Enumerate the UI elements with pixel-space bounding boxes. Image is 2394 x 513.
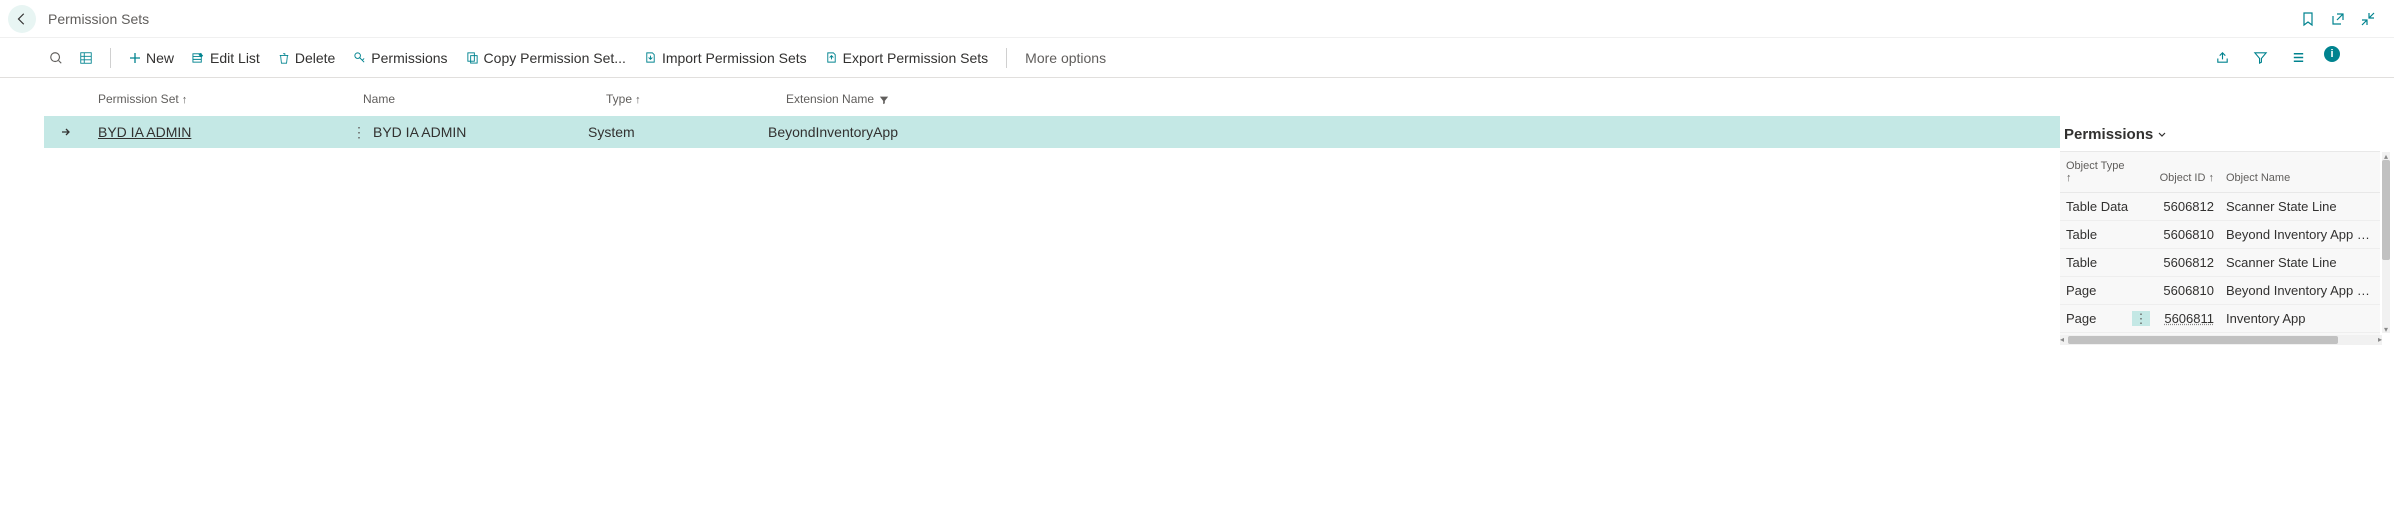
row-indicator [52, 126, 80, 138]
cell-object-id: 5606812 [2154, 199, 2214, 214]
page-title: Permission Sets [48, 11, 149, 27]
search-icon [49, 51, 63, 65]
plus-icon [129, 52, 141, 64]
collapse-icon[interactable] [2360, 11, 2376, 27]
table-row[interactable]: BYD IA ADMIN ⋮ BYD IA ADMIN System Beyon… [44, 116, 2060, 148]
more-options-button[interactable]: More options [1019, 46, 1112, 70]
share-icon [2215, 50, 2230, 65]
export-label: Export Permission Sets [843, 50, 989, 66]
column-headers: Permission Set Name Type Extension Name [44, 78, 2060, 116]
scroll-up-arrow[interactable]: ▴ [2382, 152, 2390, 160]
toolbar: New Edit List Delete Permissions Copy Pe… [0, 38, 2394, 78]
scroll-down-arrow[interactable]: ▾ [2382, 325, 2390, 333]
cell-object-id: 5606811 [2154, 311, 2214, 326]
col-permission-set[interactable]: Permission Set [98, 92, 363, 106]
delete-label: Delete [295, 50, 335, 66]
new-label: New [146, 50, 174, 66]
panel-col-object-id-label: Object ID [2160, 172, 2206, 184]
export-icon [825, 51, 838, 64]
cell-object-name: Scanner State Line [2214, 255, 2374, 270]
scroll-thumb[interactable] [2382, 160, 2390, 260]
filter-button[interactable] [2248, 46, 2272, 70]
divider [110, 48, 111, 68]
edit-list-button[interactable]: Edit List [186, 46, 266, 70]
arrow-left-icon [15, 12, 29, 26]
copy-label: Copy Permission Set... [484, 50, 626, 66]
more-options-label: More options [1025, 50, 1106, 66]
export-permission-sets-button[interactable]: Export Permission Sets [819, 46, 995, 70]
panel-col-object-type-label: Object Type [2066, 160, 2125, 172]
panel-col-object-name[interactable]: Object Name [2214, 172, 2374, 184]
panel-row[interactable]: Table Data5606812Scanner State Line [2060, 193, 2380, 221]
search-button[interactable] [44, 46, 68, 70]
col-type[interactable]: Type [606, 92, 786, 106]
cell-object-name: Beyond Inventory App Setup [2214, 283, 2374, 298]
arrow-right-icon [60, 126, 72, 138]
edit-list-icon [192, 51, 205, 64]
panel-column-headers: Object Type↑ Object ID ↑ Object Name [2060, 152, 2380, 193]
cell-object-id: 5606812 [2154, 255, 2214, 270]
info-button[interactable]: i [2324, 46, 2340, 62]
panel-row[interactable]: Page5606810Beyond Inventory App Setup [2060, 277, 2380, 305]
permissions-button[interactable]: Permissions [347, 46, 453, 70]
filter-applied-icon [879, 95, 889, 105]
list-icon [79, 51, 93, 65]
delete-button[interactable]: Delete [272, 46, 341, 70]
panel-title-label: Permissions [2064, 126, 2153, 143]
import-label: Import Permission Sets [662, 50, 807, 66]
col-extension-name-label: Extension Name [786, 92, 874, 106]
permissions-label: Permissions [371, 50, 447, 66]
row-name: BYD IA ADMIN [373, 124, 588, 140]
hscroll-thumb[interactable] [2068, 336, 2338, 344]
panel-row[interactable]: Table5606812Scanner State Line [2060, 249, 2380, 277]
vertical-scrollbar[interactable]: ▴ ▾ [2382, 152, 2390, 333]
edit-list-label: Edit List [210, 50, 260, 66]
row-type: System [588, 124, 768, 140]
popout-icon[interactable] [2330, 11, 2346, 27]
row-extension-name: BeyondInventoryApp [768, 124, 2060, 140]
key-icon [353, 51, 366, 64]
list-layout-button[interactable] [2286, 46, 2310, 70]
cell-object-type: Table [2066, 227, 2154, 242]
col-name[interactable]: Name [363, 92, 606, 106]
back-button[interactable] [8, 5, 36, 33]
panel-col-object-type[interactable]: Object Type↑ [2066, 160, 2154, 184]
cell-object-type: Table Data [2066, 199, 2154, 214]
cell-object-id: 5606810 [2154, 283, 2214, 298]
col-extension-name[interactable]: Extension Name [786, 92, 2060, 106]
permissions-panel: Permissions Object Type↑ Object ID ↑ Obj… [2060, 118, 2380, 345]
rows-icon [2291, 50, 2306, 65]
panel-row[interactable]: Table5606810Beyond Inventory App Setup [2060, 221, 2380, 249]
panel-col-object-id[interactable]: Object ID ↑ [2154, 172, 2214, 184]
cell-object-type: Page [2066, 311, 2154, 326]
panel-title[interactable]: Permissions [2060, 118, 2380, 151]
permission-set-link[interactable]: BYD IA ADMIN [98, 124, 191, 140]
new-button[interactable]: New [123, 46, 180, 70]
import-icon [644, 51, 657, 64]
trash-icon [278, 52, 290, 64]
cell-object-name: Inventory App [2214, 311, 2374, 326]
cell-object-type: Table [2066, 255, 2154, 270]
cell-object-name: Beyond Inventory App Setup [2214, 227, 2374, 242]
cell-object-name: Scanner State Line [2214, 199, 2374, 214]
bookmark-icon[interactable] [2300, 11, 2316, 27]
list-view-button[interactable] [74, 46, 98, 70]
panel-row[interactable]: Page5606811Inventory App [2060, 305, 2380, 333]
row-actions-button[interactable]: ⋮ [345, 124, 373, 141]
share-button[interactable] [2210, 46, 2234, 70]
filter-icon [2253, 50, 2268, 65]
cell-object-type: Page [2066, 283, 2154, 298]
import-permission-sets-button[interactable]: Import Permission Sets [638, 46, 813, 70]
copy-icon [466, 51, 479, 64]
cell-object-id: 5606810 [2154, 227, 2214, 242]
chevron-down-icon [2157, 130, 2167, 140]
copy-permission-set-button[interactable]: Copy Permission Set... [460, 46, 632, 70]
divider [1006, 48, 1007, 68]
horizontal-scrollbar[interactable]: ◂ ▸ [2060, 335, 2382, 345]
